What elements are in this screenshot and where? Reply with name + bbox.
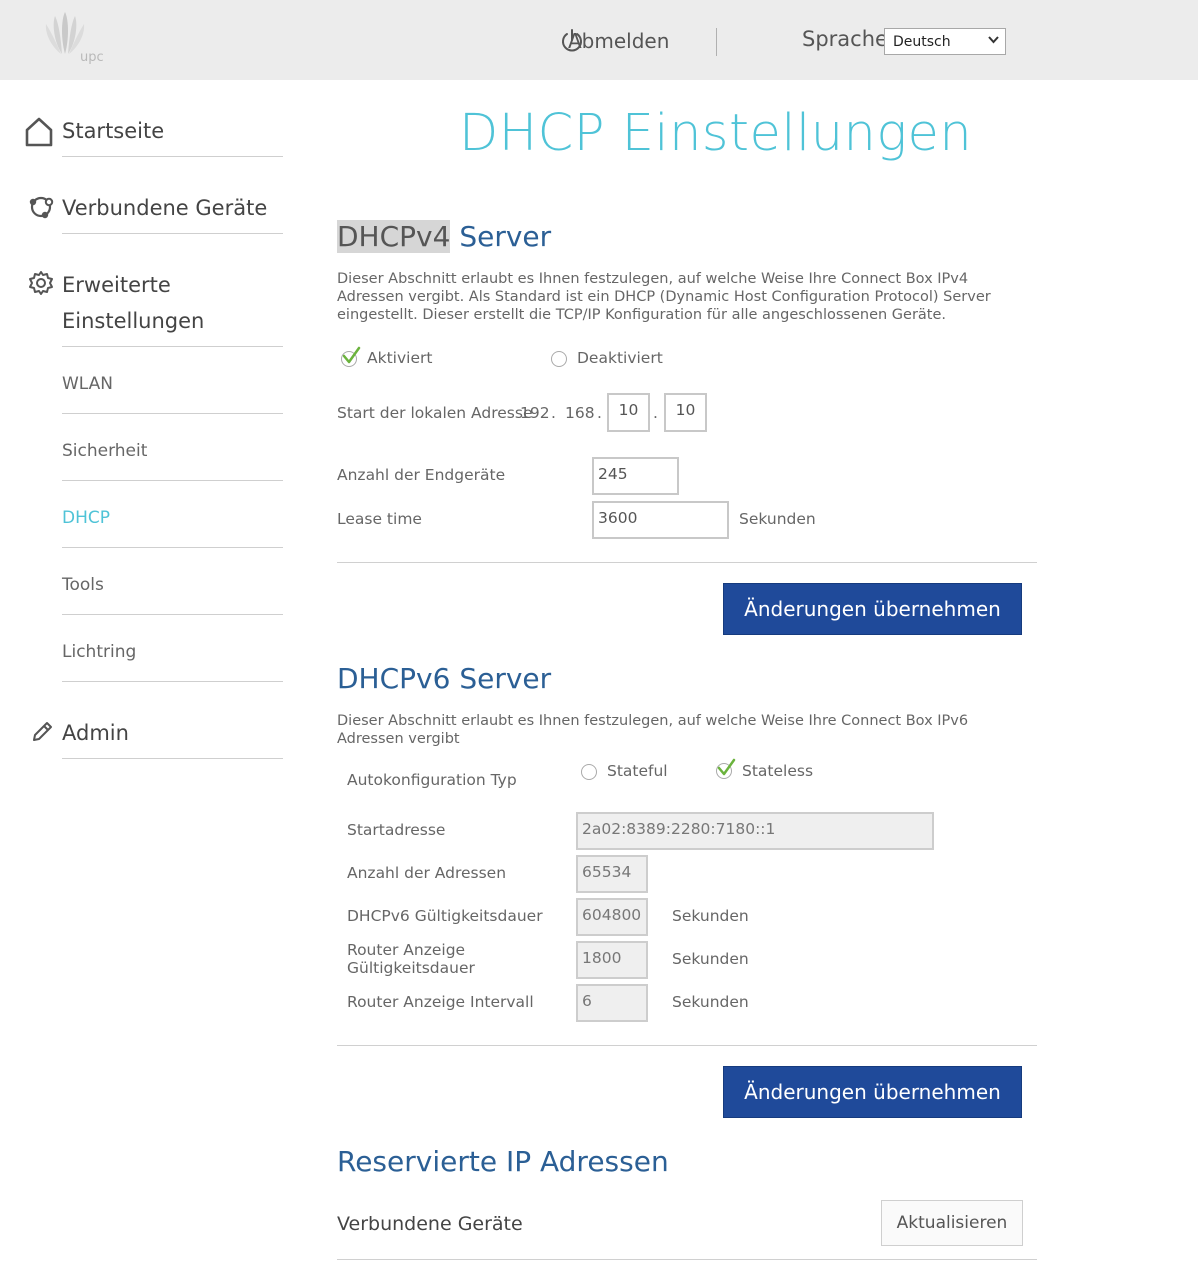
- ip-octet-2: 168: [565, 404, 595, 422]
- lease-time-input[interactable]: 3600: [592, 501, 729, 539]
- sidebar-item-dhcp[interactable]: DHCP: [62, 508, 110, 528]
- lease-time-unit: Sekunden: [739, 510, 816, 528]
- chevron-down-icon: [988, 33, 999, 48]
- connected-devices-label: Verbundene Geräte: [337, 1213, 523, 1235]
- address-count-input[interactable]: 65534: [576, 855, 648, 893]
- ip-dot-1: .: [551, 404, 556, 422]
- sidebar-item-tools[interactable]: Tools: [62, 575, 104, 595]
- dhcpv6-validity-label: DHCPv6 Gültigkeitsdauer: [347, 907, 543, 925]
- address-count-label: Anzahl der Adressen: [347, 864, 507, 882]
- ip-dot-3: .: [653, 404, 658, 422]
- checkmark-icon: [717, 758, 736, 776]
- sidebar-item-wlan[interactable]: WLAN: [62, 374, 113, 394]
- reserved-section-title: Reservierte IP Adressen: [337, 1145, 669, 1178]
- sidebar-divider: [62, 346, 283, 347]
- ra-validity-label: Router Anzeige Gültigkeitsdauer: [347, 941, 475, 977]
- radio-stateful-label: Stateful: [607, 762, 668, 780]
- ra-interval-unit: Sekunden: [672, 993, 749, 1011]
- pencil-icon: [33, 722, 52, 741]
- lease-time-label: Lease time: [337, 510, 422, 528]
- ip-octet-4-input[interactable]: 10: [664, 393, 707, 432]
- radio-aktiviert-label: Aktiviert: [367, 349, 433, 367]
- logout-label: Abmelden: [568, 29, 670, 53]
- header-divider: [716, 28, 717, 56]
- sidebar-divider: [62, 413, 283, 414]
- dhcpv6-section-title: DHCPv6 Server: [337, 662, 552, 695]
- sidebar-divider: [62, 480, 283, 481]
- sidebar-item-verbundene-geraete[interactable]: Verbundene Geräte: [62, 190, 267, 226]
- sidebar-divider: [62, 547, 283, 548]
- radio-deaktiviert[interactable]: [551, 351, 567, 367]
- ra-validity-input[interactable]: 1800: [576, 941, 648, 979]
- language-label: Sprache: [802, 27, 888, 51]
- logout-button[interactable]: Abmelden: [560, 26, 669, 56]
- gear-icon: [29, 271, 53, 295]
- section-divider: [337, 1045, 1037, 1046]
- section-divider: [337, 562, 1037, 563]
- sidebar-divider: [62, 233, 283, 234]
- home-icon: [25, 117, 53, 147]
- ra-validity-unit: Sekunden: [672, 950, 749, 968]
- start-address-v6-label: Startadresse: [347, 821, 446, 839]
- language-selected-value: Deutsch: [893, 34, 951, 50]
- sidebar-divider: [62, 614, 283, 615]
- start-address-label: Start der lokalen Adresse: [337, 404, 533, 422]
- sidebar-item-sicherheit[interactable]: Sicherheit: [62, 441, 147, 461]
- sidebar-divider: [62, 681, 283, 682]
- dhcpv4-title-highlight: DHCPv4: [337, 220, 451, 253]
- devices-count-input[interactable]: 245: [592, 457, 679, 495]
- ip-dot-2: .: [597, 404, 602, 422]
- autoconf-type-label: Autokonfiguration Typ: [347, 771, 517, 789]
- sidebar-item-erweiterte[interactable]: Erweiterte: [62, 267, 171, 303]
- sidebar-item-startseite[interactable]: Startseite: [62, 113, 164, 149]
- radio-stateful[interactable]: [581, 764, 597, 780]
- dhcpv6-apply-button[interactable]: Änderungen übernehmen: [723, 1066, 1022, 1118]
- start-address-v6-input[interactable]: 2a02:8389:2280:7180::1: [576, 812, 934, 850]
- sidebar-item-lichtring[interactable]: Lichtring: [62, 642, 136, 662]
- logo-text: upc: [80, 50, 104, 65]
- page-title: DHCP Einstellungen: [459, 104, 973, 163]
- sidebar-divider: [62, 156, 283, 157]
- ip-octet-3-input[interactable]: 10: [607, 393, 650, 432]
- ra-interval-input[interactable]: 6: [576, 984, 648, 1022]
- devices-count-label: Anzahl der Endgeräte: [337, 466, 506, 484]
- dhcpv6-validity-unit: Sekunden: [672, 907, 749, 925]
- dhcpv4-apply-button[interactable]: Änderungen übernehmen: [723, 583, 1022, 635]
- language-select[interactable]: Deutsch: [884, 28, 1006, 55]
- header-bar: upc Abmelden Sprache Deutsch: [0, 0, 1198, 80]
- ra-interval-label: Router Anzeige Intervall: [347, 993, 534, 1011]
- sidebar-item-erweiterte-line2[interactable]: Einstellungen: [62, 303, 204, 339]
- sidebar-item-admin[interactable]: Admin: [62, 715, 129, 751]
- dhcpv6-description: Dieser Abschnitt erlaubt es Ihnen festzu…: [337, 713, 969, 747]
- radio-stateless[interactable]: [714, 758, 736, 780]
- dhcpv4-description: Dieser Abschnitt erlaubt es Ihnen festzu…: [337, 271, 991, 323]
- radio-deaktiviert-label: Deaktiviert: [577, 349, 663, 367]
- sidebar-divider: [62, 758, 283, 759]
- radio-aktiviert[interactable]: [339, 346, 361, 368]
- checkmark-icon: [342, 346, 361, 364]
- dhcpv4-title-rest: Server: [450, 220, 552, 253]
- section-divider: [337, 1259, 1037, 1260]
- dhcpv6-validity-input[interactable]: 604800: [576, 898, 648, 936]
- dhcpv4-section-title: DHCPv4 Server: [337, 220, 551, 253]
- refresh-button[interactable]: Aktualisieren: [881, 1200, 1023, 1246]
- radio-stateless-label: Stateless: [742, 762, 814, 780]
- ip-octet-1: 192: [520, 404, 550, 422]
- devices-icon: [29, 196, 54, 219]
